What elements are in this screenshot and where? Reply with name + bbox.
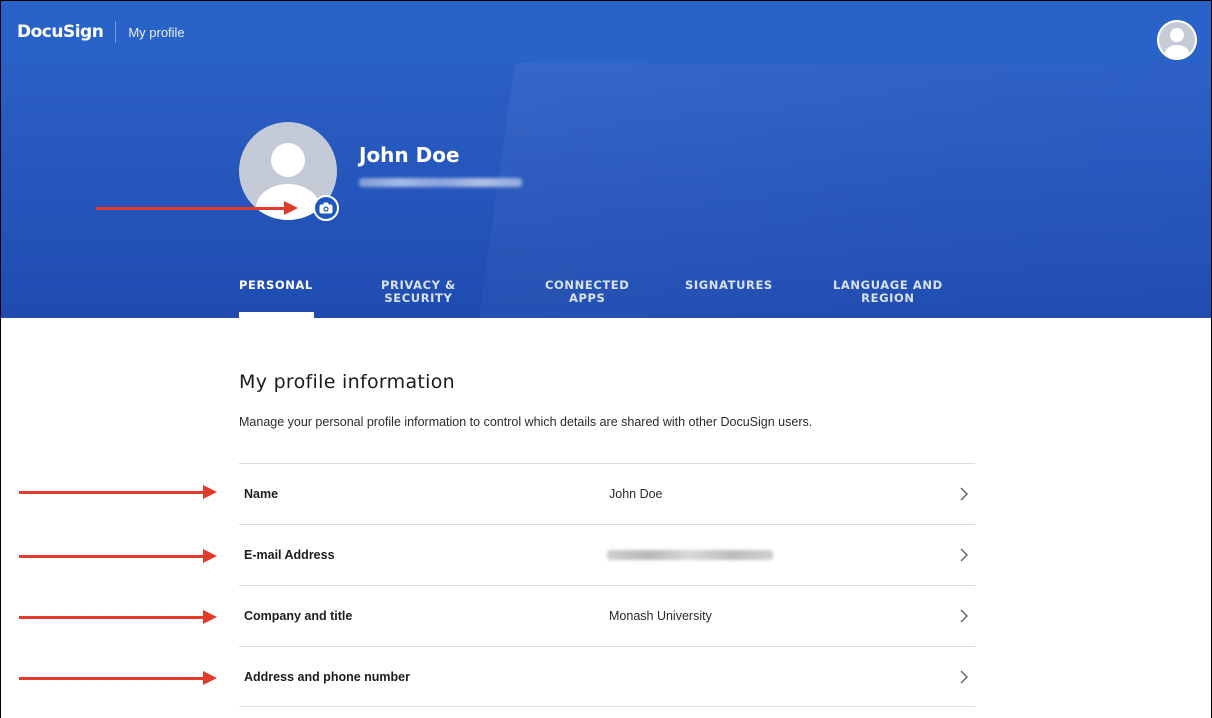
- tab-connected-apps[interactable]: CONNECTED APPS: [545, 279, 629, 305]
- annotation-arrow-email: [19, 549, 217, 563]
- change-photo-button[interactable]: [313, 195, 339, 221]
- chevron-right-icon: [960, 670, 969, 684]
- row-label: Company and title: [244, 609, 353, 623]
- profile-info-list: Name John Doe E-mail Address Company and…: [239, 463, 975, 707]
- row-label: Address and phone number: [244, 669, 410, 684]
- profile-info-section: My profile information Manage your perso…: [239, 361, 975, 429]
- row-value: John Doe: [609, 487, 663, 501]
- user-avatar-icon: [1157, 20, 1197, 60]
- row-name[interactable]: Name John Doe: [239, 463, 975, 524]
- annotation-arrow-address: [19, 671, 217, 685]
- row-email-address[interactable]: E-mail Address: [239, 524, 975, 585]
- chevron-right-icon: [960, 548, 969, 562]
- tab-privacy-security[interactable]: PRIVACY & SECURITY: [381, 279, 456, 305]
- annotation-arrow-name: [19, 485, 217, 499]
- profile-tabs: PERSONAL PRIVACY & SECURITY CONNECTED AP…: [1, 275, 1211, 318]
- annotation-arrow-company: [19, 610, 217, 624]
- chevron-right-icon: [960, 487, 969, 501]
- tab-personal[interactable]: PERSONAL: [239, 279, 313, 292]
- account-avatar-button[interactable]: [1157, 20, 1197, 60]
- annotation-arrow-photo: [96, 201, 298, 215]
- camera-icon: [319, 202, 333, 214]
- active-tab-indicator: [239, 312, 314, 318]
- chevron-right-icon: [960, 609, 969, 623]
- page: DocuSign My profile John Doe PERSONAL PR…: [0, 0, 1212, 718]
- tab-language-region[interactable]: LANGUAGE AND REGION: [833, 279, 943, 305]
- section-title: My profile information: [239, 371, 455, 393]
- top-navigation-bar: DocuSign My profile: [1, 1, 1211, 63]
- row-company-title[interactable]: Company and title Monash University: [239, 585, 975, 646]
- tab-signatures[interactable]: SIGNATURES: [685, 279, 773, 292]
- app-title: My profile: [128, 24, 185, 40]
- row-label: E-mail Address: [244, 548, 335, 562]
- profile-name: John Doe: [359, 143, 460, 167]
- docusign-logo[interactable]: DocuSign: [17, 22, 104, 42]
- email-value-redacted: [607, 550, 773, 560]
- row-label: Name: [244, 487, 279, 501]
- row-value: Monash University: [609, 609, 712, 623]
- row-address-phone[interactable]: Address and phone number: [239, 646, 975, 707]
- profile-email-redacted: [359, 178, 522, 187]
- brand-divider: [115, 21, 117, 43]
- section-description: Manage your personal profile information…: [239, 415, 813, 429]
